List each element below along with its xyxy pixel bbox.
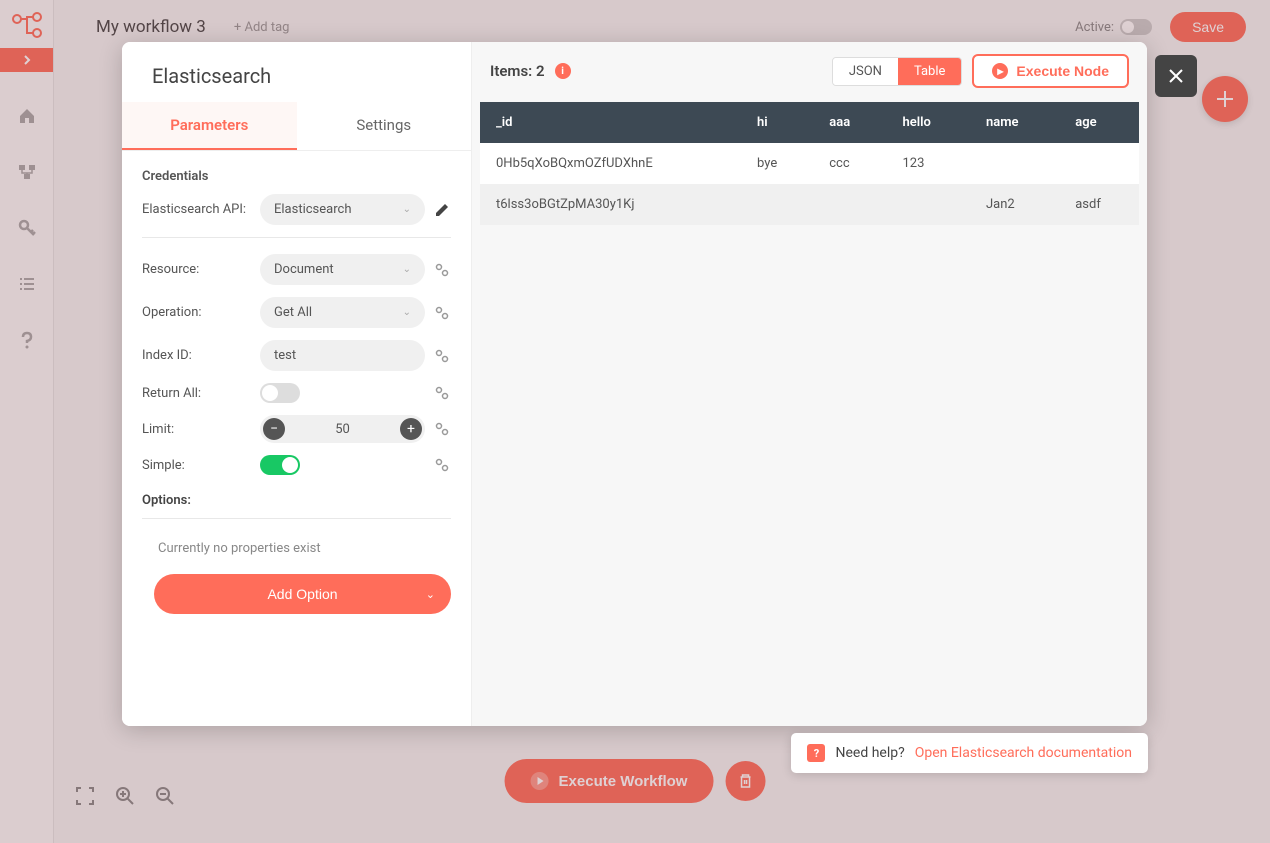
limit-increment-button[interactable]: + xyxy=(400,418,422,440)
return-all-gear-icon[interactable] xyxy=(433,386,451,400)
help-text: Need help? xyxy=(835,745,904,761)
column-header: _id xyxy=(480,102,741,143)
resource-gear-icon[interactable] xyxy=(433,263,451,277)
credentials-api-select[interactable]: Elasticsearch ⌄ xyxy=(260,194,425,225)
column-header: age xyxy=(1059,102,1139,143)
operation-gear-icon[interactable] xyxy=(433,306,451,320)
table-cell: bye xyxy=(741,143,813,184)
limit-gear-icon[interactable] xyxy=(433,422,451,436)
column-header: aaa xyxy=(813,102,886,143)
parameters-panel: Elasticsearch Parameters Settings Creden… xyxy=(122,42,472,726)
column-header: name xyxy=(970,102,1059,143)
resource-label: Resource: xyxy=(142,262,252,277)
tab-settings[interactable]: Settings xyxy=(297,102,472,150)
output-panel: Items: 2 i JSON Table ▶ Execute Node _id… xyxy=(472,42,1147,726)
table-cell xyxy=(1059,143,1139,184)
table-cell: 123 xyxy=(886,143,970,184)
execute-node-button[interactable]: ▶ Execute Node xyxy=(972,54,1129,88)
operation-select[interactable]: Get All ⌄ xyxy=(260,297,425,328)
edit-credentials-icon[interactable] xyxy=(433,203,451,217)
table-cell: ccc xyxy=(813,143,886,184)
view-json-button[interactable]: JSON xyxy=(833,58,898,85)
options-label: Options: xyxy=(142,493,451,508)
resource-value: Document xyxy=(274,262,334,277)
chevron-down-icon: ⌄ xyxy=(403,204,411,215)
simple-gear-icon[interactable] xyxy=(433,458,451,472)
table-cell xyxy=(741,184,813,225)
table-cell: Jan2 xyxy=(970,184,1059,225)
table-cell: t6lss3oBGtZpMA30y1Kj xyxy=(480,184,741,225)
limit-input[interactable]: − 50 + xyxy=(260,415,425,443)
column-header: hi xyxy=(741,102,813,143)
credentials-api-label: Elasticsearch API: xyxy=(142,202,252,217)
chevron-down-icon: ⌄ xyxy=(403,264,411,275)
index-id-gear-icon[interactable] xyxy=(433,349,451,363)
credentials-section-label: Credentials xyxy=(142,169,451,184)
add-option-button[interactable]: Add Option ⌄ xyxy=(154,574,451,614)
table-cell xyxy=(970,143,1059,184)
info-icon[interactable]: i xyxy=(555,63,571,79)
table-cell: 0Hb5qXoBQxmOZfUDXhnE xyxy=(480,143,741,184)
credentials-api-value: Elasticsearch xyxy=(274,202,351,217)
index-id-label: Index ID: xyxy=(142,348,252,363)
add-option-label: Add Option xyxy=(267,586,337,602)
items-count-label: Items: 2 xyxy=(490,62,545,80)
view-table-button[interactable]: Table xyxy=(898,58,961,85)
limit-value: 50 xyxy=(288,422,397,437)
execute-node-label: Execute Node xyxy=(1016,63,1109,79)
tabs: Parameters Settings xyxy=(122,102,471,151)
return-all-toggle[interactable] xyxy=(260,383,300,403)
return-all-label: Return All: xyxy=(142,386,252,401)
node-modal: Elasticsearch Parameters Settings Creden… xyxy=(122,42,1147,726)
index-id-input[interactable]: test xyxy=(260,340,425,371)
output-table: _id hi aaa hello name age 0Hb5qXoBQxmOZf… xyxy=(480,102,1139,225)
resource-select[interactable]: Document ⌄ xyxy=(260,254,425,285)
table-cell: asdf xyxy=(1059,184,1139,225)
help-link[interactable]: Open Elasticsearch documentation xyxy=(915,745,1132,761)
limit-label: Limit: xyxy=(142,422,252,437)
help-icon: ? xyxy=(807,744,825,762)
table-cell xyxy=(813,184,886,225)
limit-decrement-button[interactable]: − xyxy=(263,418,285,440)
close-modal-button[interactable] xyxy=(1155,55,1197,97)
operation-label: Operation: xyxy=(142,305,252,320)
operation-value: Get All xyxy=(274,305,312,320)
simple-toggle[interactable] xyxy=(260,455,300,475)
table-row: t6lss3oBGtZpMA30y1Kj Jan2 asdf xyxy=(480,184,1139,225)
table-row: 0Hb5qXoBQxmOZfUDXhnE bye ccc 123 xyxy=(480,143,1139,184)
tab-parameters[interactable]: Parameters xyxy=(122,102,297,150)
chevron-down-icon: ⌄ xyxy=(403,307,411,318)
play-icon: ▶ xyxy=(992,63,1008,79)
no-properties-text: Currently no properties exist xyxy=(142,535,451,568)
column-header: hello xyxy=(886,102,970,143)
help-box: ? Need help? Open Elasticsearch document… xyxy=(791,733,1148,773)
simple-label: Simple: xyxy=(142,458,252,473)
table-cell xyxy=(886,184,970,225)
view-toggle: JSON Table xyxy=(832,57,963,86)
node-title: Elasticsearch xyxy=(122,42,471,102)
chevron-down-icon: ⌄ xyxy=(426,588,435,601)
